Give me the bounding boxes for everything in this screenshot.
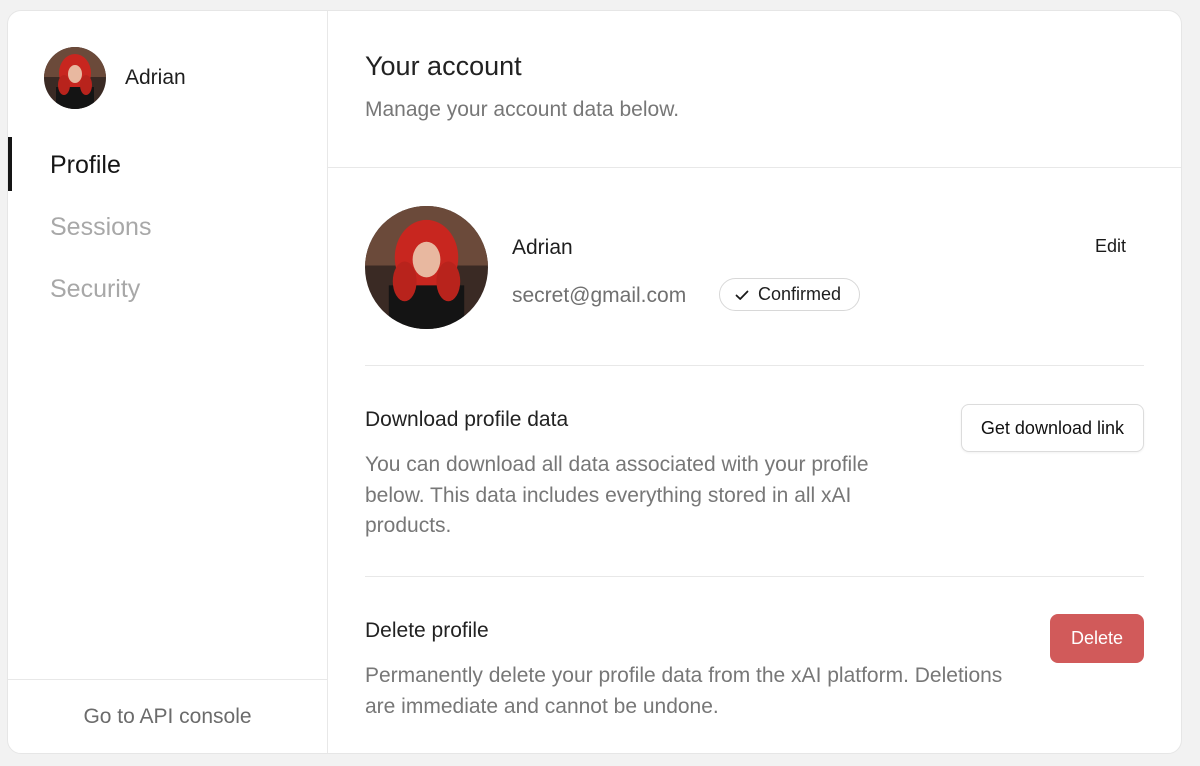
delete-description: Permanently delete your profile data fro… (365, 664, 1003, 718)
profile-email: secret@gmail.com (512, 284, 687, 307)
delete-section: Delete profile Permanently delete your p… (365, 577, 1144, 753)
avatar (44, 47, 106, 109)
page-header: Your account Manage your account data be… (328, 11, 1181, 168)
profile-name: Adrian (512, 236, 573, 259)
get-download-link-button[interactable]: Get download link (960, 404, 1144, 452)
status-badge-label: Confirmed (758, 284, 842, 304)
status-badge: Confirmed (719, 278, 861, 311)
sidebar-user: Adrian (44, 47, 186, 109)
page-subtitle: Manage your account data below. (365, 98, 680, 121)
download-section: Download profile data You can download a… (365, 366, 1144, 577)
sidebar-user-name: Adrian (125, 66, 186, 89)
sidebar-item-sessions[interactable]: Sessions (8, 199, 327, 255)
account-card: Adrian Profile Sessions Security Go to A… (7, 10, 1182, 754)
delete-profile-button[interactable]: Delete (1050, 614, 1144, 663)
api-console-link[interactable]: Go to API console (83, 705, 251, 729)
edit-profile-button[interactable]: Edit (1095, 236, 1126, 257)
page-title: Your account (365, 51, 522, 81)
profile-avatar (365, 206, 488, 329)
sidebar-item-profile[interactable]: Profile (8, 137, 327, 193)
sidebar-nav: Profile Sessions Security (8, 137, 327, 323)
sidebar-footer: Go to API console (8, 679, 327, 753)
main-panel: Your account Manage your account data be… (328, 11, 1181, 753)
account-content: Adrian secret@gmail.com Confirmed Edit D… (328, 168, 1181, 753)
check-icon (734, 287, 750, 303)
download-description: You can download all data associated wit… (365, 453, 869, 537)
download-title: Download profile data (365, 408, 569, 431)
sidebar-item-security[interactable]: Security (8, 261, 327, 317)
sidebar: Adrian Profile Sessions Security Go to A… (8, 11, 328, 753)
profile-summary: Adrian secret@gmail.com Confirmed Edit (365, 168, 1144, 366)
delete-title: Delete profile (365, 619, 489, 642)
